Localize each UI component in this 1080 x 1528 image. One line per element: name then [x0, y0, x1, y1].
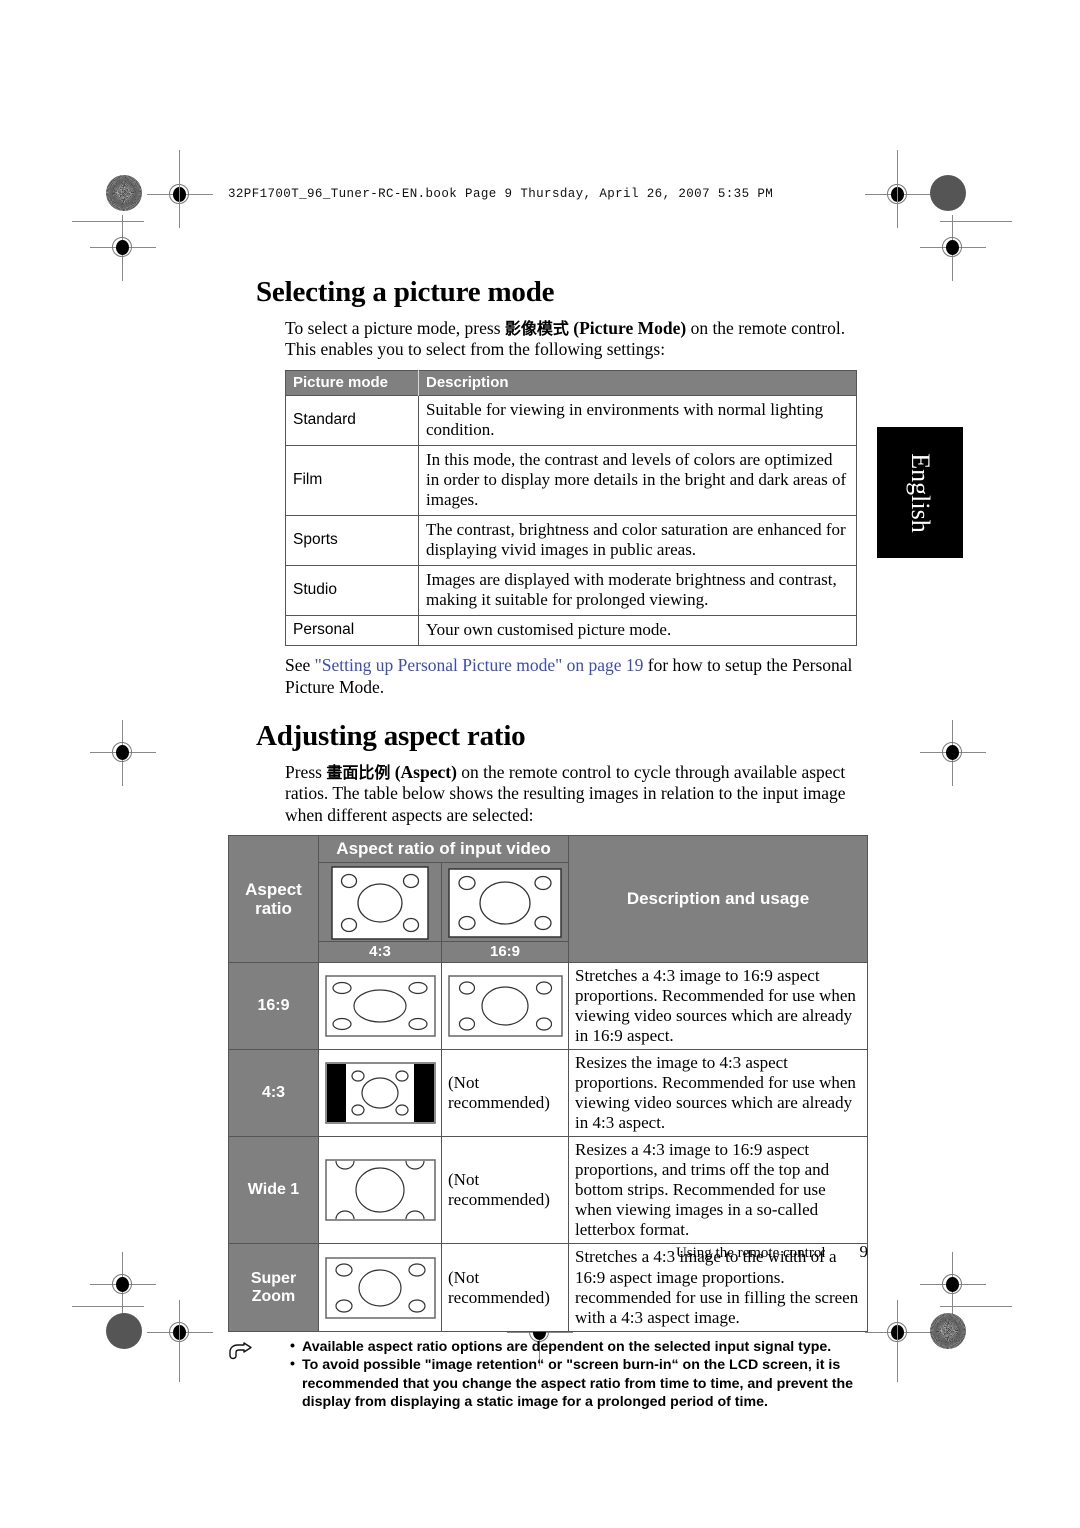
cjk-aspect: 畫面比例 [326, 762, 391, 782]
aspect-intro-pre-text: Press [285, 761, 327, 782]
thumbnail-source-169 [448, 868, 562, 938]
header-thumb-43-cell [318, 861, 442, 942]
starburst-mark-top-left [106, 175, 142, 211]
crosshair-mark-right-middle [920, 720, 986, 786]
aspect-table-header-row-top: Aspect ratio Aspect ratio of input video… [228, 834, 868, 963]
aspect-row-description: Stretches a 4:3 image to 16:9 aspect pro… [568, 961, 868, 1051]
aspect-not-recommended: (Not recommended) [441, 1049, 569, 1138]
intro-paragraph-aspect-ratio: Press 畫面比例 (Aspect) on the remote contro… [285, 762, 868, 826]
link-setting-up-personal-picture-mode[interactable]: "Setting up Personal Picture mode" on pa… [315, 655, 644, 675]
picture-mode-table: Picture mode Description Standard Suitab… [285, 369, 857, 647]
note-item: To avoid possible "image retention“ or "… [290, 1355, 868, 1411]
book-file-header: 32PF1700T_96_Tuner-RC-EN.book Page 9 Thu… [228, 187, 774, 201]
crosshair-mark-top-right [865, 162, 931, 228]
solid-blob-mark-bottom-left [106, 1313, 142, 1349]
picture-mode-description: Suitable for viewing in environments wit… [418, 394, 857, 446]
col-header-picture-mode: Picture mode [285, 370, 419, 396]
header-thumb-169-cell [441, 861, 569, 942]
picture-mode-description: Your own customised picture mode. [418, 615, 857, 647]
picture-mode-name: Studio [285, 565, 419, 617]
aspect-result-thumb-169 [441, 961, 569, 1051]
footer-page-number: 9 [859, 1242, 869, 1261]
see-pre-text: See [285, 655, 315, 676]
header-aspect-ratio-label: Aspect ratio [228, 834, 319, 963]
table-row: Film In this mode, the contrast and leve… [285, 444, 857, 516]
tick-label-43: 4:3 [318, 940, 442, 963]
crosshair-mark-right-lower [920, 1252, 986, 1318]
picture-mode-name: Standard [285, 394, 419, 446]
thumbnail-169-from-43 [324, 975, 436, 1037]
aspect-row-description: Resizes a 4:3 image to 16:9 aspect propo… [568, 1136, 868, 1245]
table-row: Studio Images are displayed with moderat… [285, 565, 857, 617]
aspect-result-thumb-43 [318, 961, 442, 1051]
table-header-row: Picture mode Description [285, 370, 857, 396]
thumbnail-wide1-cropped [324, 1159, 436, 1222]
thumbnail-43-pillarboxed [324, 1062, 436, 1124]
aspect-result-thumb-43 [318, 1136, 442, 1245]
vertical-trim-left-bottom [179, 1310, 180, 1382]
picture-mode-name: Personal [285, 615, 419, 647]
starburst-mark-bottom-right [930, 1313, 966, 1349]
table-row: Standard Suitable for viewing in environ… [285, 394, 857, 446]
cross-reference-paragraph: See "Setting up Personal Picture mode" o… [285, 655, 868, 698]
header-description-and-usage: Description and usage [568, 834, 868, 963]
notes-list: Available aspect ratio options are depen… [228, 1337, 868, 1412]
trim-line-bottom-right [940, 1306, 1012, 1307]
aspect-row-label: Wide 1 [228, 1136, 319, 1245]
intro-pre-text: To select a picture mode, press [285, 318, 505, 338]
vertical-trim-right [897, 150, 898, 222]
aspect-table-row-43: 4:3 (Not recommended) Resizes the image … [228, 1049, 868, 1138]
notes-block: Available aspect ratio options are depen… [228, 1337, 868, 1412]
trim-line-bottom-left [72, 1306, 144, 1307]
table-row: Personal Your own customised picture mod… [285, 615, 857, 647]
crosshair-mark-bottom-right [865, 1300, 931, 1366]
aspect-result-thumb-43 [318, 1049, 442, 1138]
picture-mode-description: Images are displayed with moderate brigh… [418, 565, 857, 617]
trim-line-top-right [940, 221, 1012, 222]
aspect-not-recommended: (Not recommended) [441, 1136, 569, 1245]
picture-mode-description: In this mode, the contrast and levels of… [418, 444, 857, 516]
page-title-adjusting-aspect-ratio: Adjusting aspect ratio [256, 719, 526, 752]
intro-paragraph-picture-mode: To select a picture mode, press 影像模式 (Pi… [285, 318, 868, 361]
aspect-row-label: 4:3 [228, 1049, 319, 1138]
thumbnail-source-43 [331, 866, 429, 940]
page-footer: Using the remote control 9 [228, 1242, 868, 1262]
page-title-selecting-picture-mode: Selecting a picture mode [256, 276, 555, 308]
cjk-picture-mode: 影像模式 [504, 319, 569, 338]
crosshair-mark-top-left [147, 162, 213, 228]
language-tab-english: English [877, 427, 963, 558]
pointing-hand-icon [228, 1340, 258, 1362]
aspect-row-description: Resizes the image to 4:3 aspect proporti… [568, 1049, 868, 1138]
language-tab-label: English [906, 452, 935, 533]
note-item: Available aspect ratio options are depen… [290, 1337, 868, 1356]
aspect-table-row-wide1: Wide 1 (Not recommended) Resizes a 4:3 i… [228, 1136, 868, 1245]
thumbnail-superzoom [324, 1256, 436, 1319]
crosshair-mark-right-upper [920, 215, 986, 281]
aspect-table-row-169: 16:9 Stretches a 4:3 image to 16:9 aspec… [228, 961, 868, 1051]
aspect-row-label: 16:9 [228, 961, 319, 1051]
picture-mode-name: Film [285, 444, 419, 516]
footer-chapter-name: Using the remote control [675, 1245, 826, 1261]
header-input-video-group: Aspect ratio of input video [318, 834, 569, 863]
crosshair-mark-left-middle [90, 720, 156, 786]
trim-line-top-left [72, 221, 144, 222]
tick-label-169: 16:9 [441, 940, 569, 963]
thumbnail-169-from-169 [447, 975, 563, 1037]
intro-bold-picture-mode: (Picture Mode) [573, 318, 687, 338]
col-header-description: Description [418, 370, 857, 396]
crosshair-mark-left-upper [90, 215, 156, 281]
crosshair-mark-bottom-left [147, 1300, 213, 1366]
vertical-trim-right-bottom [897, 1310, 898, 1382]
picture-mode-name: Sports [285, 514, 419, 567]
solid-blob-mark-top-right [930, 175, 966, 211]
picture-mode-description: The contrast, brightness and color satur… [418, 514, 857, 567]
header-aspect-ratio-text: Aspect ratio [245, 879, 302, 918]
vertical-trim-left [179, 150, 180, 222]
table-row: Sports The contrast, brightness and colo… [285, 514, 857, 567]
aspect-intro-bold: (Aspect) [394, 761, 457, 782]
crosshair-mark-left-lower [90, 1252, 156, 1318]
